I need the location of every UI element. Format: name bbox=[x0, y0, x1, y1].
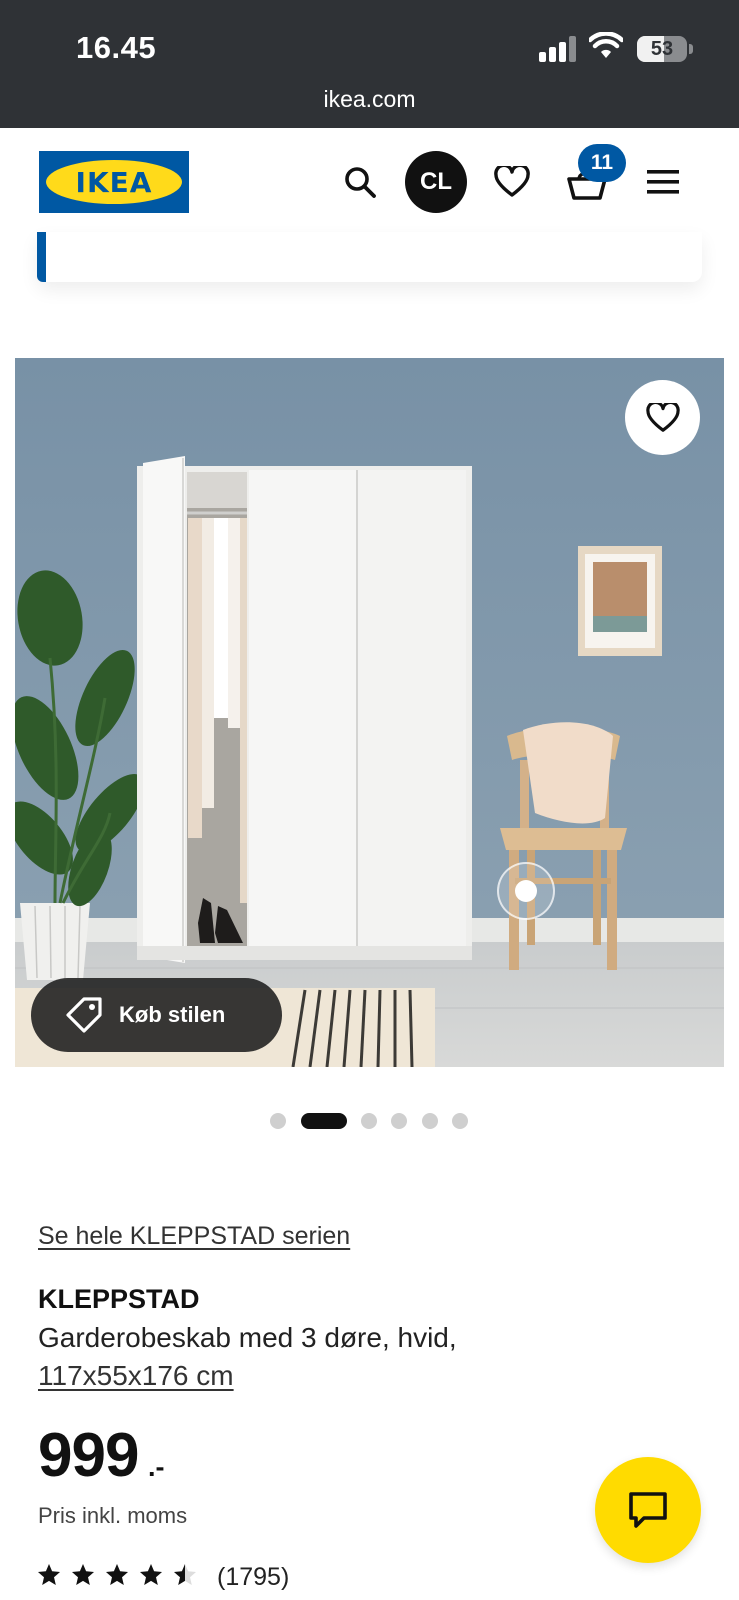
menu-button[interactable] bbox=[643, 162, 683, 202]
price-note: Pris inkl. moms bbox=[38, 1503, 188, 1528]
star-icon bbox=[174, 1564, 196, 1585]
wifi-icon bbox=[587, 31, 625, 65]
page: 16.45 53 ikea.com IKEA CL 11 Køb stilen … bbox=[0, 0, 739, 1600]
status-time: 16.45 bbox=[76, 30, 157, 65]
image-favorite-button[interactable] bbox=[625, 380, 700, 455]
favorites-button[interactable] bbox=[487, 158, 537, 206]
product-size-link[interactable]: 117x55x176 cm bbox=[38, 1360, 234, 1392]
battery-icon: 53 bbox=[637, 36, 687, 62]
ikea-logo[interactable]: IKEA bbox=[39, 151, 189, 213]
chat-icon bbox=[629, 1492, 667, 1528]
wardrobe-room-photo bbox=[15, 358, 724, 1067]
carousel-dots bbox=[0, 1112, 739, 1130]
price-suffix: .- bbox=[148, 1452, 165, 1482]
series-link[interactable]: Se hele KLEPPSTAD serien bbox=[38, 1222, 350, 1251]
carousel-dot[interactable] bbox=[391, 1113, 407, 1129]
carousel-dot[interactable] bbox=[422, 1113, 438, 1129]
battery-tip bbox=[689, 44, 693, 54]
product-name: KLEPPSTAD bbox=[38, 1284, 200, 1314]
star-icon bbox=[72, 1564, 94, 1585]
carousel-dot[interactable] bbox=[361, 1113, 377, 1129]
carousel-dot[interactable] bbox=[452, 1113, 468, 1129]
hotspot-dot bbox=[515, 880, 537, 902]
carousel-dot[interactable] bbox=[270, 1113, 286, 1129]
star-icon bbox=[106, 1564, 128, 1585]
cart-count-badge: 11 bbox=[578, 144, 626, 182]
account-avatar[interactable]: CL bbox=[405, 151, 467, 213]
logo-text: IKEA bbox=[75, 165, 153, 199]
star-icon bbox=[38, 1564, 60, 1585]
search-icon bbox=[345, 167, 376, 198]
heart-icon bbox=[494, 166, 530, 197]
review-count[interactable]: (1795) bbox=[217, 1563, 289, 1592]
url-bar[interactable]: ikea.com bbox=[0, 86, 739, 113]
menu-icon bbox=[647, 170, 679, 194]
product-price: 999 bbox=[38, 1421, 139, 1490]
shop-the-look-button[interactable]: Køb stilen bbox=[31, 978, 282, 1052]
product-image[interactable] bbox=[15, 358, 724, 1067]
chat-button[interactable] bbox=[595, 1457, 701, 1563]
shop-the-look-label: Køb stilen bbox=[119, 1002, 226, 1027]
tag-icon bbox=[66, 997, 102, 1033]
heart-icon bbox=[645, 402, 680, 432]
product-description: Garderobeskab med 3 døre, hvid, bbox=[38, 1322, 457, 1353]
rating-stars[interactable] bbox=[37, 1563, 197, 1591]
status-bar: 16.45 53 ikea.com bbox=[0, 0, 739, 128]
notice-accent-bar bbox=[37, 232, 46, 282]
notice-card bbox=[37, 232, 702, 282]
carousel-dot-active[interactable] bbox=[301, 1113, 347, 1129]
product-hotspot[interactable] bbox=[497, 862, 555, 920]
signal-icon bbox=[539, 36, 577, 62]
star-icon bbox=[140, 1564, 162, 1585]
search-button[interactable] bbox=[336, 158, 384, 206]
logo-oval: IKEA bbox=[46, 160, 182, 204]
battery-percent: 53 bbox=[650, 38, 674, 60]
